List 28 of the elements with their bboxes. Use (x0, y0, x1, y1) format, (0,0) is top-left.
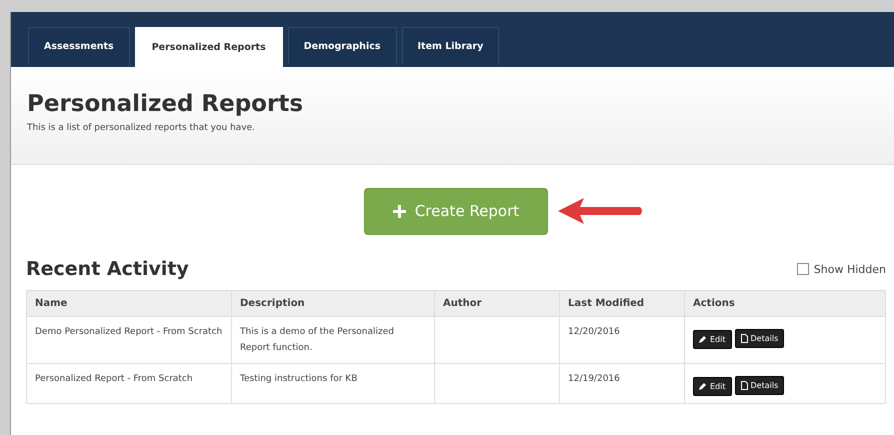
column-header: Author (434, 290, 560, 316)
details-button[interactable]: Details (734, 376, 784, 395)
document-icon (740, 381, 748, 390)
edit-button[interactable]: Edit (693, 330, 732, 348)
details-button[interactable]: Details (734, 329, 784, 348)
document-icon (740, 334, 748, 343)
page-subtitle: This is a list of personalized reports that you have. (27, 123, 256, 133)
page-title: Personalized Reports (27, 91, 304, 117)
show-hidden-checkbox[interactable]: Show Hidden (796, 262, 886, 276)
column-header: Description (232, 290, 434, 316)
table-cell: Demo Personalized Report - From Scratch (26, 316, 232, 364)
tab[interactable]: Assessments (28, 27, 130, 65)
column-header: Last Modified (560, 290, 684, 316)
tab[interactable]: Personalized Reports (134, 27, 283, 67)
table-cell: Personalized Report - From Scratch (26, 364, 232, 403)
table-cell: This is a demo of the Personalized Report function. (232, 316, 434, 364)
table-cell: 12/19/2016 (560, 364, 684, 403)
table-cell: 12/20/2016 (560, 316, 684, 364)
table-cell: Testing instructions for KB (232, 364, 434, 403)
pencil-icon (699, 335, 707, 343)
edit-button[interactable]: Edit (693, 376, 732, 396)
section-title: Recent Activity (26, 258, 189, 280)
column-header: Actions (684, 290, 886, 316)
tab[interactable]: Item Library (402, 27, 500, 65)
tab[interactable]: Demographics (288, 27, 396, 65)
column-header: Name (26, 290, 232, 316)
pencil-icon (699, 382, 707, 390)
plus-icon (392, 204, 406, 218)
